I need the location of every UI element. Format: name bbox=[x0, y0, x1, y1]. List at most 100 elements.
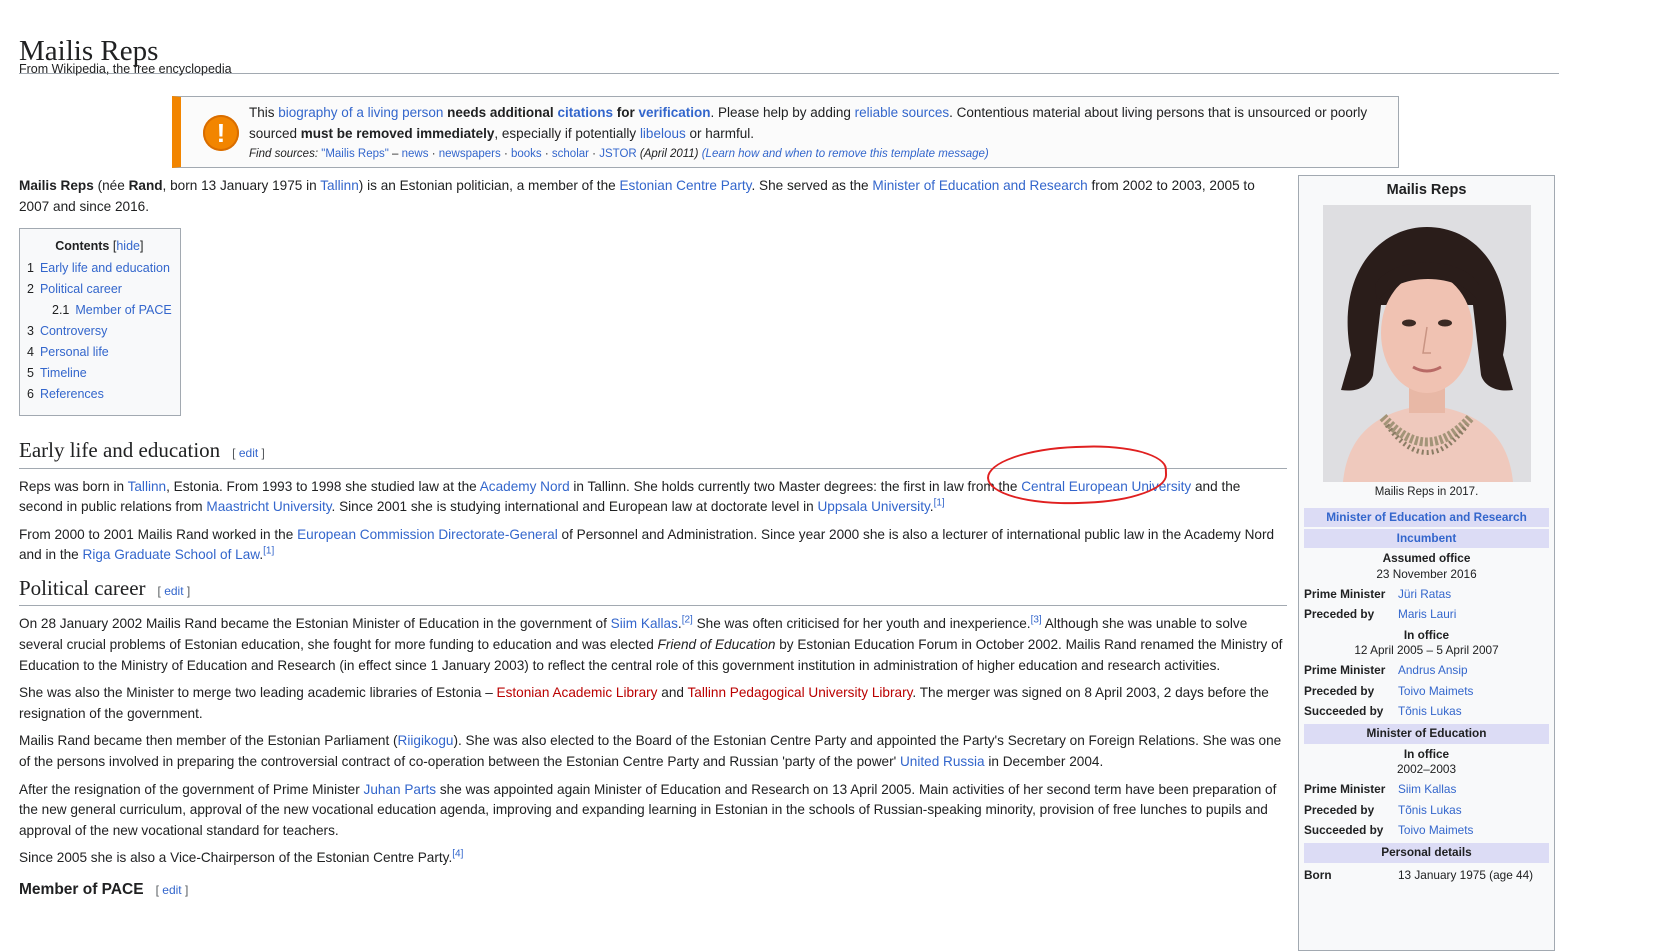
link-juhan-parts[interactable]: Juhan Parts bbox=[364, 782, 437, 797]
toc-item[interactable]: 4 Personal life bbox=[27, 342, 172, 363]
link-maastricht-university[interactable]: Maastricht University bbox=[206, 499, 331, 514]
toc-link[interactable]: References bbox=[40, 387, 104, 401]
infobox-row: Prime Minister Andrus Ansip bbox=[1304, 663, 1549, 678]
born-value: 13 January 1975 (age 44) bbox=[1398, 867, 1534, 882]
link-learn-remove[interactable]: (Learn how and when to remove this templ… bbox=[702, 148, 989, 160]
incumbent-header[interactable]: Incumbent bbox=[1304, 529, 1549, 549]
link-predecessor[interactable]: Tõnis Lukas bbox=[1398, 803, 1462, 818]
link-libelous[interactable]: libelous bbox=[640, 126, 686, 141]
toc-link[interactable]: Early life and education bbox=[40, 261, 170, 275]
toc-link[interactable]: Political career bbox=[40, 282, 122, 296]
toc-link[interactable]: Member of PACE bbox=[75, 303, 171, 317]
link-european-commission-dg[interactable]: European Commission Directorate-General bbox=[297, 527, 558, 542]
link-office[interactable]: Minister of Education and Research bbox=[1326, 510, 1527, 524]
link-prime-minister[interactable]: Siim Kallas bbox=[1398, 782, 1456, 797]
row-label: Born bbox=[1304, 867, 1332, 882]
link-prime-minister[interactable]: Jüri Ratas bbox=[1398, 587, 1451, 602]
article-body: Mailis Reps (née Rand, born 13 January 1… bbox=[19, 176, 1287, 905]
text: She was also the Minister to merge two l… bbox=[19, 685, 497, 701]
edit-link[interactable]: edit bbox=[162, 883, 181, 897]
toc-item[interactable]: 6 References bbox=[27, 384, 172, 405]
infobox-title: Mailis Reps bbox=[1386, 182, 1467, 198]
text: , Estonia. From 1993 to 1998 she studied… bbox=[166, 478, 480, 494]
toc-item[interactable]: 5 Timeline bbox=[27, 363, 172, 384]
reference-link[interactable]: [3] bbox=[1031, 615, 1042, 626]
row-label: Preceded by bbox=[1304, 802, 1375, 817]
link-reliable-sources[interactable]: reliable sources bbox=[855, 105, 950, 120]
link-tallinn[interactable]: Tallinn bbox=[128, 479, 167, 494]
link-siim-kallas[interactable]: Siim Kallas bbox=[611, 616, 678, 631]
infobox-row: Preceded by Toivo Maimets bbox=[1304, 684, 1549, 699]
edit-link[interactable]: edit bbox=[239, 446, 258, 460]
edit-link[interactable]: edit bbox=[164, 584, 183, 598]
reference-link[interactable]: [4] bbox=[452, 849, 463, 860]
toc-link[interactable]: Personal life bbox=[40, 345, 109, 359]
link-verification[interactable]: verification bbox=[638, 105, 710, 120]
office-header[interactable]: Minister of Education and Research bbox=[1304, 507, 1549, 528]
toc-number: 2 bbox=[27, 282, 34, 297]
paragraph: After the resignation of the government … bbox=[19, 780, 1287, 842]
toc-toggle[interactable]: hide bbox=[116, 239, 140, 253]
reference-link[interactable]: [1] bbox=[263, 546, 274, 557]
link-predecessor[interactable]: Maris Lauri bbox=[1398, 607, 1456, 622]
infobox-row: Preceded by Maris Lauri bbox=[1304, 607, 1549, 622]
link-fs-news[interactable]: news bbox=[402, 148, 429, 160]
link-prime-minister[interactable]: Andrus Ansip bbox=[1398, 663, 1468, 678]
row-label: Prime Minister bbox=[1304, 782, 1386, 797]
link-fs-query[interactable]: "Mailis Reps" bbox=[321, 148, 389, 160]
infobox-row: Prime Minister Siim Kallas bbox=[1304, 782, 1549, 797]
date: (April 2011) bbox=[636, 148, 699, 160]
link-citations[interactable]: citations bbox=[557, 105, 613, 120]
text: . Since 2001 she is studying internation… bbox=[331, 499, 818, 515]
term-block: In office 12 April 2005 – 5 April 2007 bbox=[1304, 628, 1549, 659]
link-uppsala-university[interactable]: Uppsala University bbox=[817, 499, 929, 514]
text: After the resignation of the government … bbox=[19, 781, 364, 797]
link-fs-books[interactable]: books bbox=[511, 148, 542, 160]
toc-title-text: Contents bbox=[55, 239, 110, 254]
term-dates: 2002–2003 bbox=[1396, 762, 1457, 777]
link-successor[interactable]: Tõnis Lukas bbox=[1398, 704, 1462, 719]
link-united-russia[interactable]: United Russia bbox=[900, 754, 985, 769]
redlink-estonian-academic-library[interactable]: Estonian Academic Library bbox=[497, 685, 658, 700]
link-riga-graduate-school[interactable]: Riga Graduate School of Law bbox=[83, 547, 260, 562]
toc-item[interactable]: 2.1 Member of PACE bbox=[27, 300, 172, 321]
separator: · bbox=[541, 148, 552, 160]
link-biography-living-person[interactable]: biography of a living person bbox=[278, 105, 443, 120]
link-tallinn[interactable]: Tallinn bbox=[320, 178, 359, 193]
text: and bbox=[657, 685, 688, 701]
link-incumbent[interactable]: Incumbent bbox=[1397, 531, 1457, 545]
page-tagline: From Wikipedia, the free encyclopedia bbox=[19, 62, 232, 76]
link-successor[interactable]: Toivo Maimets bbox=[1398, 823, 1473, 838]
text: Rand bbox=[128, 178, 163, 193]
text: . She served as the bbox=[751, 178, 873, 193]
toc-item[interactable]: 2 Political career bbox=[27, 279, 172, 300]
heading-text: Member of PACE bbox=[19, 880, 144, 898]
reference-link[interactable]: [2] bbox=[682, 615, 693, 626]
find-sources-line: Find sources: "Mailis Reps" – news · new… bbox=[249, 146, 1378, 162]
toc-link[interactable]: Timeline bbox=[40, 366, 87, 380]
link-riigikogu[interactable]: Riigikogu bbox=[398, 733, 454, 748]
text: (née bbox=[93, 178, 129, 193]
toc-item[interactable]: 1 Early life and education bbox=[27, 258, 172, 279]
toc-number: 4 bbox=[27, 345, 34, 360]
separator: · bbox=[588, 148, 600, 160]
toc-item[interactable]: 3 Controversy bbox=[27, 321, 172, 342]
link-fs-newspapers[interactable]: newspapers bbox=[439, 148, 501, 160]
link-fs-jstor[interactable]: JSTOR bbox=[599, 148, 637, 160]
text: . Please help by adding bbox=[710, 105, 855, 120]
office-header: Minister of Education bbox=[1304, 724, 1549, 744]
link-academy-nord[interactable]: Academy Nord bbox=[480, 479, 570, 494]
link-predecessor[interactable]: Toivo Maimets bbox=[1398, 684, 1473, 699]
link-minister-education-research[interactable]: Minister of Education and Research bbox=[872, 178, 1087, 193]
lead-paragraph: Mailis Reps (née Rand, born 13 January 1… bbox=[19, 176, 1287, 217]
toc-list: 1 Early life and education 2 Political car… bbox=[27, 258, 172, 405]
warning-text: This biography of a living person needs … bbox=[249, 103, 1378, 162]
link-fs-scholar[interactable]: scholar bbox=[552, 148, 589, 160]
text: – bbox=[388, 148, 402, 160]
link-estonian-centre-party[interactable]: Estonian Centre Party bbox=[619, 178, 751, 193]
reference-link[interactable]: [1] bbox=[934, 498, 945, 509]
find-sources-label: Find sources: bbox=[249, 148, 319, 160]
assumed-office-label: Assumed office bbox=[1382, 551, 1471, 566]
redlink-tallinn-pedagogical-library[interactable]: Tallinn Pedagogical University Library bbox=[687, 685, 912, 700]
toc-link[interactable]: Controversy bbox=[40, 324, 107, 338]
